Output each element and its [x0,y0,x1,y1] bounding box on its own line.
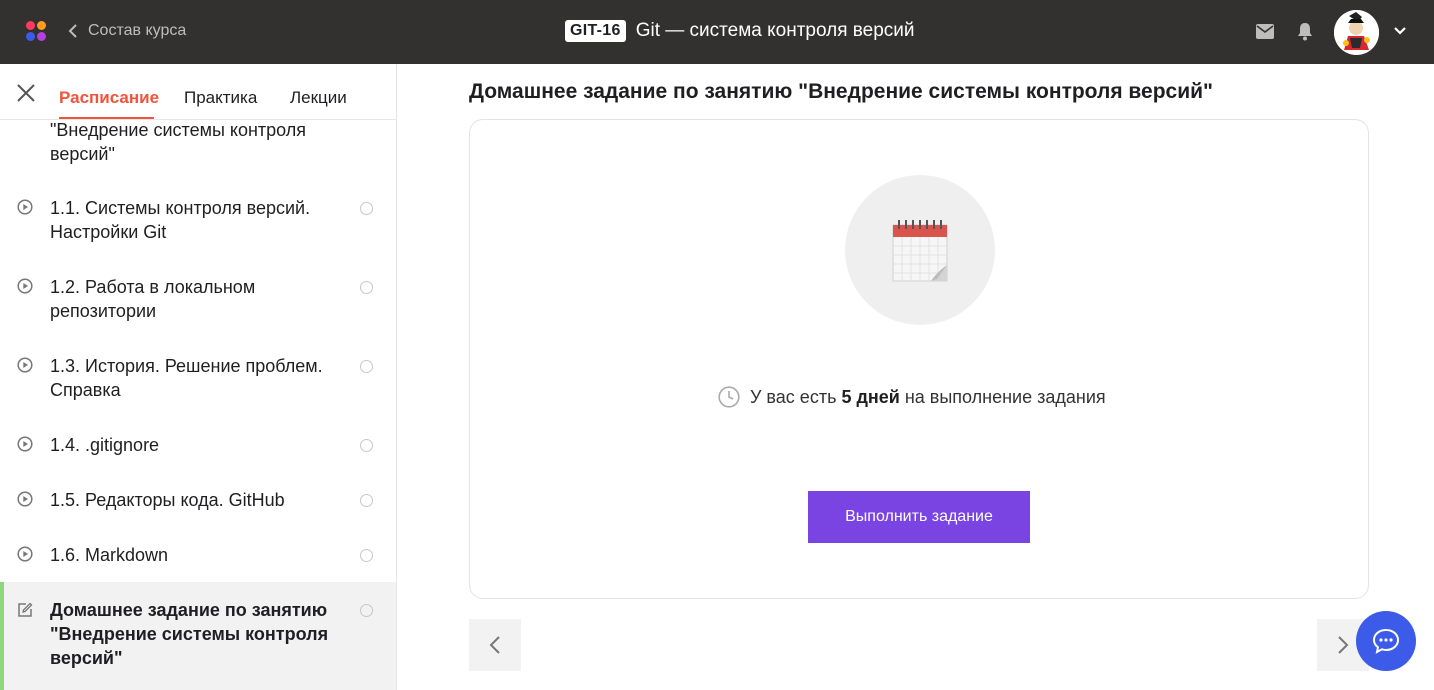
lesson-label: 1.4. .gitignore [50,435,160,455]
chevron-left-icon [489,636,500,654]
active-tab-underline [59,117,154,119]
list-item[interactable]: 1.3. История. Решение проблем. Справка [0,352,396,412]
page-title: Домашнее задание по занятию "Внедрение с… [469,80,1214,103]
list-item-current[interactable]: Домашнее задание по занятию "Внедрение с… [0,582,396,690]
deadline-text: У вас есть 5 дней на выполнение задания [718,386,1106,408]
status-circle [360,549,373,562]
chevron-left-icon [68,24,77,38]
edit-icon [18,602,33,617]
tab-practice[interactable]: Практика [184,88,257,108]
status-circle [360,202,373,215]
close-icon[interactable] [16,83,36,103]
play-circle-icon [17,491,33,507]
list-item[interactable]: 1.5. Редакторы кода. GitHub [0,486,396,526]
mail-icon[interactable] [1256,24,1274,39]
status-circle [360,360,373,373]
lesson-label: "Внедрение системы контроля версий" [50,120,307,164]
sidebar-tabs: Расписание Практика Лекции [0,64,396,120]
list-item[interactable]: 1.4. .gitignore [0,431,396,471]
back-label: Состав курса [88,22,187,39]
clock-icon [718,386,740,408]
course-name: Git — система контроля версий [635,20,915,41]
play-circle-icon [17,278,33,294]
do-assignment-button[interactable]: Выполнить задание [808,491,1030,543]
course-code-badge: GIT-16 [565,20,626,42]
status-circle [360,439,373,452]
chevron-right-icon [1338,636,1349,654]
lesson-label: Домашнее задание по занятию "Внедрение с… [50,600,329,668]
status-circle [360,281,373,294]
avatar-image [1334,10,1379,55]
bell-icon[interactable] [1297,22,1313,41]
lesson-label: 1.5. Редакторы кода. GitHub [50,490,285,510]
lesson-label: 1.2. Работа в локальном репозитории [50,277,256,321]
deadline-suffix: на выполнение задания [904,386,1106,407]
list-item[interactable]: 1.1. Системы контроля версий. Настройки … [0,194,396,254]
lesson-label: 1.1. Системы контроля версий. Настройки … [50,198,311,242]
play-circle-icon [17,436,33,452]
status-circle [360,604,373,617]
chevron-down-icon[interactable] [1394,27,1406,35]
lesson-label: 1.6. Markdown [50,545,169,565]
prev-lesson-button[interactable] [469,619,521,671]
list-item[interactable]: "Внедрение системы контроля версий" [0,112,396,168]
avatar[interactable] [1334,10,1379,55]
lesson-label: 1.3. История. Решение проблем. Справка [50,356,323,400]
chat-button[interactable] [1356,611,1416,671]
homework-card: У вас есть 5 дней на выполнение задания … [469,119,1369,599]
deadline-value: 5 дней [841,386,900,407]
play-circle-icon [17,357,33,373]
back-to-course-link[interactable]: Состав курса [68,22,186,40]
play-circle-icon [17,546,33,562]
tab-schedule[interactable]: Расписание [59,88,159,108]
status-circle [360,494,373,507]
deadline-prefix: У вас есть [750,386,837,407]
sidebar: Расписание Практика Лекции "Внедрение си… [0,64,397,690]
chat-icon [1372,628,1400,654]
tab-lectures[interactable]: Лекции [290,88,347,108]
play-circle-icon [17,199,33,215]
course-title: GIT-16 Git — система контроля версий [565,20,915,42]
top-bar: Состав курса GIT-16 Git — система контро… [0,0,1434,64]
calendar-icon [892,220,948,282]
logo-icon[interactable] [26,21,48,43]
list-item[interactable]: 1.2. Работа в локальном репозитории [0,273,396,333]
list-item[interactable]: 1.6. Markdown [0,541,396,581]
calendar-illustration [845,175,995,325]
